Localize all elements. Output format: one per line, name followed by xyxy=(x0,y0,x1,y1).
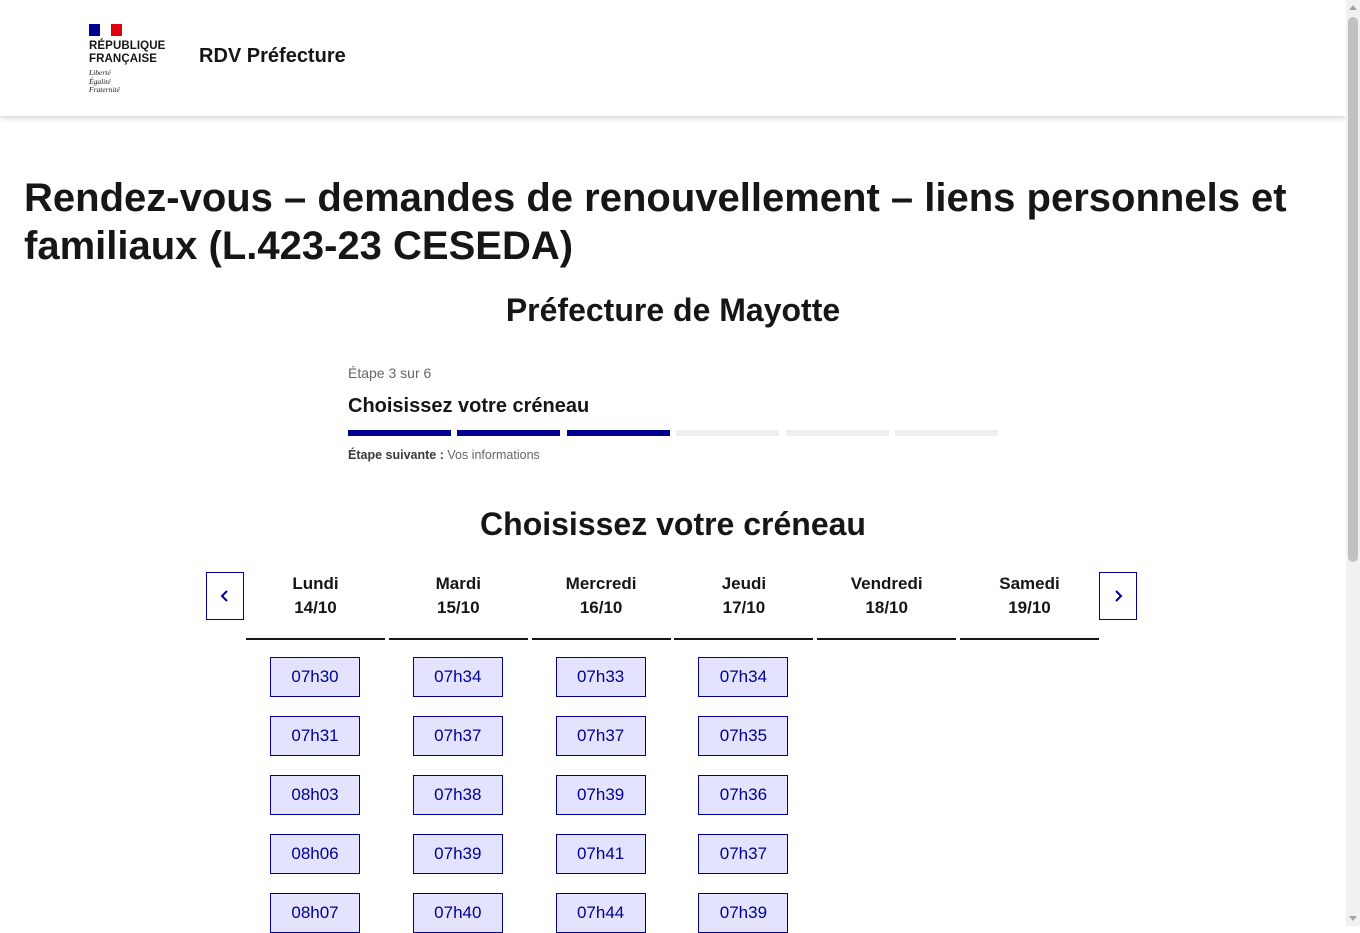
step-bar xyxy=(676,430,780,436)
scroll-thumb[interactable] xyxy=(1348,17,1358,562)
next-week-button[interactable] xyxy=(1099,572,1137,620)
day-header: Mercredi 16/10 xyxy=(531,572,671,640)
time-slot-button[interactable]: 07h40 xyxy=(412,893,503,933)
next-step-value: Vos informations xyxy=(447,448,540,462)
time-slot-button[interactable]: 07h35 xyxy=(698,716,789,756)
day-name: Vendredi xyxy=(850,574,923,593)
day-name: Lundi xyxy=(292,574,339,593)
day-header: Samedi 19/10 xyxy=(960,572,1099,640)
service-title[interactable]: RDV Préfecture xyxy=(199,45,346,68)
time-slot-button[interactable]: 07h37 xyxy=(698,834,789,874)
previous-week-button[interactable] xyxy=(206,572,244,620)
step-state: Étape 3 sur 6 xyxy=(348,365,432,381)
next-step-label: Étape suivante : xyxy=(348,448,444,462)
day-date: 18/10 xyxy=(865,598,908,617)
day-header: Vendredi 18/10 xyxy=(817,572,957,640)
day-column: Vendredi 18/10 xyxy=(817,572,957,640)
day-name: Samedi xyxy=(999,574,1060,593)
step-progress-bars xyxy=(348,430,998,436)
day-column: Lundi 14/10 07h30 07h31 08h03 08h06 08h07 xyxy=(246,572,385,933)
scroll-up-arrow-icon[interactable] xyxy=(1349,5,1357,10)
republic-name: République Française xyxy=(89,40,166,65)
time-slot-button[interactable]: 07h34 xyxy=(698,657,789,697)
time-slot-button[interactable]: 07h37 xyxy=(555,716,646,756)
day-column: Samedi 19/10 xyxy=(960,572,1099,640)
step-bar xyxy=(785,430,889,436)
day-header: Jeudi 17/10 xyxy=(674,572,814,640)
day-header: Lundi 14/10 xyxy=(246,572,385,640)
time-slot-button[interactable]: 07h33 xyxy=(555,657,646,697)
time-slot-button[interactable]: 07h31 xyxy=(270,716,360,756)
day-date: 16/10 xyxy=(579,598,623,617)
time-slot-button[interactable]: 07h39 xyxy=(698,893,789,933)
step-bar xyxy=(895,430,998,436)
day-date: 14/10 xyxy=(294,598,337,617)
day-column: Mardi 15/10 07h34 07h37 07h38 07h39 07h40 xyxy=(388,572,528,933)
time-slot-button[interactable]: 07h30 xyxy=(270,657,360,697)
day-name: Mardi xyxy=(435,574,481,593)
step-title: Choisissez votre créneau xyxy=(348,395,590,417)
time-slot-button[interactable]: 07h41 xyxy=(555,834,646,874)
step-bar xyxy=(457,430,561,436)
time-slot-button[interactable]: 08h07 xyxy=(270,893,360,933)
chevron-right-icon xyxy=(1115,590,1123,602)
scroll-down-arrow-icon[interactable] xyxy=(1349,916,1357,921)
step-bar xyxy=(348,430,451,436)
page-title: Rendez-vous – demandes de renouvellement… xyxy=(24,176,1287,268)
day-name: Mercredi xyxy=(565,574,637,593)
time-slot-button[interactable]: 07h44 xyxy=(555,893,646,933)
day-column: Jeudi 17/10 07h34 07h35 07h36 07h37 07h39 xyxy=(674,572,814,933)
step-bar xyxy=(566,430,670,436)
french-flag-logo xyxy=(89,24,122,36)
day-date: 19/10 xyxy=(1008,598,1051,617)
time-slot-button[interactable]: 08h06 xyxy=(270,834,360,874)
time-slot-button[interactable]: 07h34 xyxy=(412,657,503,697)
republic-motto: Liberté Égalité Fraternité xyxy=(89,68,120,94)
day-header: Mardi 15/10 xyxy=(388,572,528,640)
prefecture-title: Préfecture de Mayotte xyxy=(505,292,841,328)
time-slot-button[interactable]: 07h37 xyxy=(412,716,503,756)
day-date: 17/10 xyxy=(722,598,766,617)
chevron-left-icon xyxy=(220,590,228,602)
day-column: Mercredi 16/10 07h33 07h37 07h39 07h41 07h44 xyxy=(531,572,671,933)
next-step-info: Étape suivante : Vos informations xyxy=(348,448,540,462)
time-slot-button[interactable]: 08h03 xyxy=(270,775,360,815)
vertical-scrollbar[interactable] xyxy=(1346,0,1360,926)
time-slot-button[interactable]: 07h38 xyxy=(412,775,503,815)
time-slot-button[interactable]: 07h39 xyxy=(412,834,503,874)
stepper: Étape 3 sur 6 Choisissez votre créneau É… xyxy=(348,362,998,462)
day-name: Jeudi xyxy=(721,574,767,593)
time-slot-button[interactable]: 07h39 xyxy=(555,775,646,815)
site-header: République Française Liberté Égalité Fra… xyxy=(0,0,1346,116)
day-date: 15/10 xyxy=(437,598,480,617)
slots-title: Choisissez votre créneau xyxy=(480,506,866,542)
time-slot-button[interactable]: 07h36 xyxy=(698,775,789,815)
